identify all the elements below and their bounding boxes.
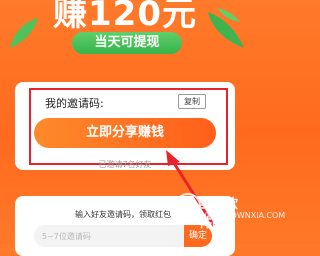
watermark-url: WWW.DOWNXIA.COM bbox=[199, 211, 286, 220]
